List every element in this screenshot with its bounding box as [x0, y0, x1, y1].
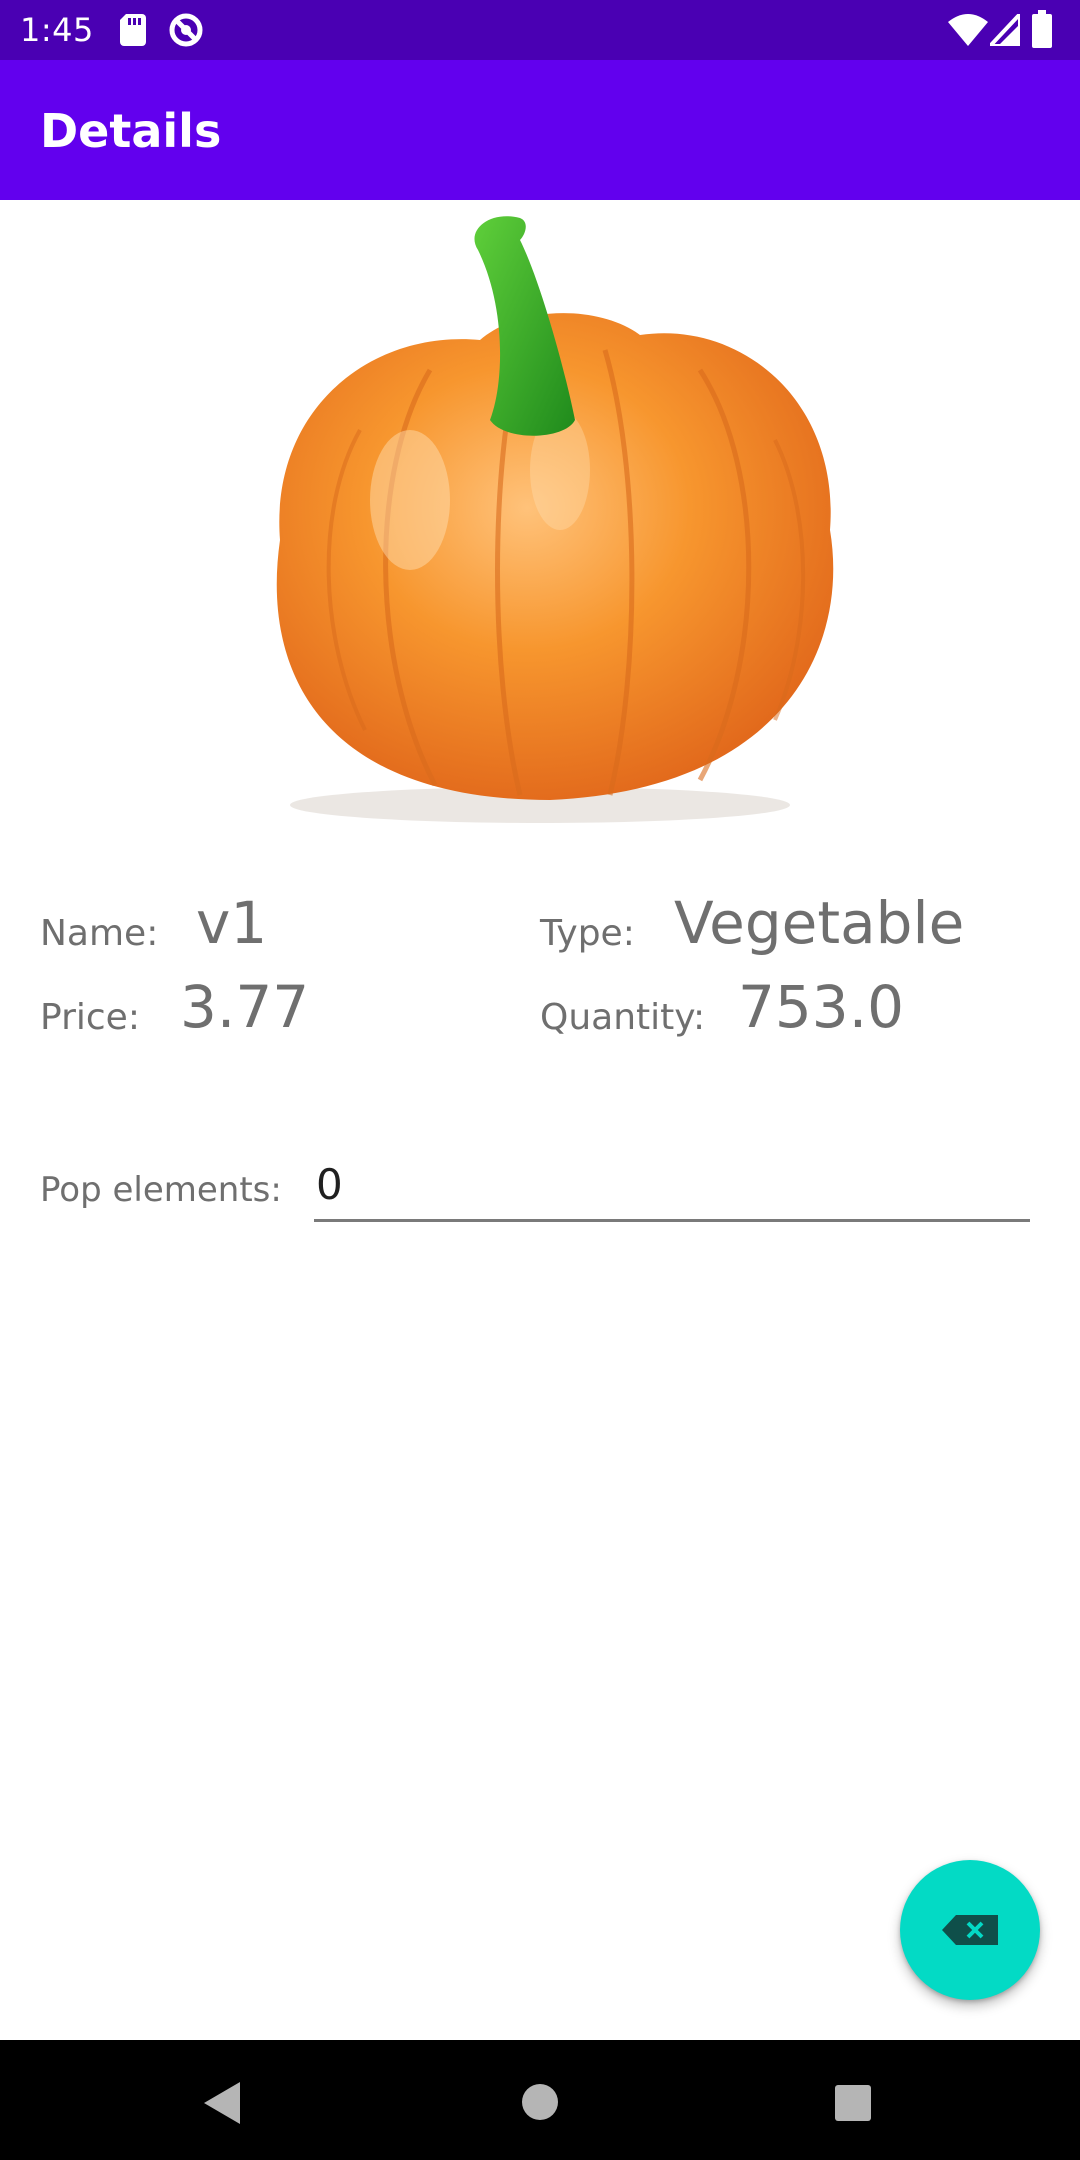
price-label: Price: [40, 997, 140, 1038]
backspace-icon [942, 1915, 998, 1945]
backspace-button[interactable] [900, 1860, 1040, 2000]
vpn-icon [169, 13, 203, 47]
pop-elements-label: Pop elements: [40, 1170, 282, 1210]
wifi-icon [948, 14, 988, 46]
recents-icon[interactable] [834, 2084, 872, 2122]
back-icon[interactable] [200, 2080, 244, 2126]
battery-icon [1032, 10, 1052, 48]
pop-elements-input[interactable] [314, 1150, 1030, 1222]
quantity-label: Quantity: [540, 997, 706, 1038]
signal-icon [990, 14, 1020, 46]
pumpkin-image [276, 216, 834, 823]
name-label: Name: [40, 913, 159, 954]
type-label: Type: [540, 913, 635, 954]
status-time: 1:45 [20, 11, 94, 49]
price-value: 3.77 [180, 973, 310, 1041]
sd-card-icon [120, 14, 146, 46]
home-icon[interactable] [520, 2082, 560, 2122]
navigation-bar [0, 2040, 1080, 2160]
status-bar: 1:45 [0, 0, 1080, 60]
app-bar: Details [0, 60, 1080, 200]
type-value: Vegetable [674, 889, 965, 957]
quantity-value: 753.0 [738, 973, 905, 1041]
page-title: Details [40, 104, 222, 158]
name-value: v1 [196, 889, 268, 957]
